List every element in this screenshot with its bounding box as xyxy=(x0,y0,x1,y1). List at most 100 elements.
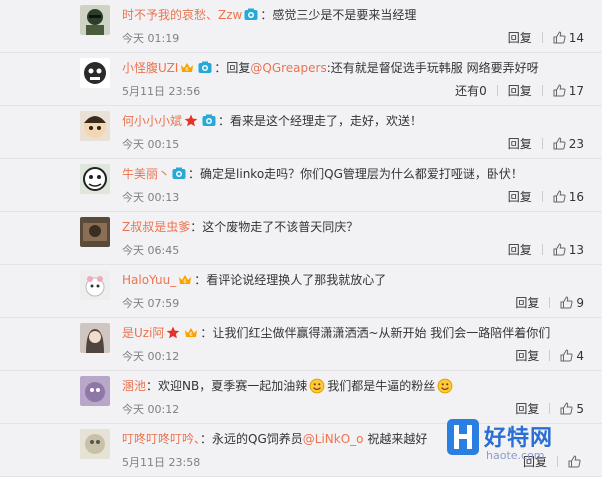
comment-line: 小怪腹UZI 6 ：回复@QGreapers:还有就是督促选手玩韩服 网络要弄好呀 xyxy=(122,59,539,76)
avatar[interactable] xyxy=(80,58,110,88)
comment-text: 让我们红尘做伴赢得潇潇洒洒~从新开始 我们会一路陪伴着你们 xyxy=(212,326,551,340)
comment-row: 小怪腹UZI 6 ：回复@QGreapers:还有就是督促选手玩韩服 网络要弄好呀 5… xyxy=(0,53,602,106)
like-button[interactable]: 5 xyxy=(560,402,584,416)
like-thumb-icon xyxy=(560,348,573,361)
divider xyxy=(541,191,543,202)
like-button[interactable]: 17 xyxy=(553,84,584,98)
like-button[interactable] xyxy=(568,454,584,469)
like-button[interactable]: 4 xyxy=(560,349,584,363)
comment-time: 今天 00:15 xyxy=(122,138,180,151)
username-link[interactable]: 牛美丽丶 xyxy=(122,167,170,181)
avatar[interactable] xyxy=(80,376,110,406)
comment-actions: 回复 13 xyxy=(508,241,584,258)
like-count: 4 xyxy=(576,348,584,363)
reply-button[interactable]: 回复 xyxy=(508,29,532,46)
comment-time: 今天 00:13 xyxy=(122,191,180,204)
avatar[interactable] xyxy=(80,111,110,141)
smile-emoji-icon xyxy=(437,378,453,394)
colon-separator: ： xyxy=(190,220,203,234)
comment-text-continued: 我们都是牛逼的粉丝 xyxy=(327,379,436,393)
comment-text: 看评论说经理换人了那我就放心了 xyxy=(206,273,387,287)
divider xyxy=(541,138,543,149)
comment-actions: 回复 23 xyxy=(508,135,584,152)
like-count: 9 xyxy=(576,295,584,310)
divider xyxy=(549,297,551,308)
comment-text: 回复 xyxy=(226,61,251,75)
like-count: 5 xyxy=(576,401,584,416)
smile-emoji-icon xyxy=(309,378,325,394)
colon-separator: ： xyxy=(218,114,231,128)
star-badge-icon xyxy=(184,114,198,127)
comment-line: HaloYuu_ 6 ：看评论说经理换人了那我就放心了 xyxy=(122,271,386,288)
more-replies-link[interactable]: 还有0 xyxy=(455,82,487,99)
username-link[interactable]: 何小小小斌 xyxy=(122,114,182,128)
vip-crown-icon: 6 xyxy=(181,63,194,73)
comment-actions: 回复 5 xyxy=(515,400,584,417)
reply-button[interactable]: 回复 xyxy=(515,347,539,364)
avatar[interactable] xyxy=(80,323,110,353)
comment-text: 看来是这个经理走了，走好，欢送！ xyxy=(230,114,423,128)
mention-link[interactable]: @QGreapers xyxy=(250,61,326,75)
comment-time: 5月11日 23:56 xyxy=(122,85,201,98)
username-link[interactable]: 叮咚叮咚叮吟、 xyxy=(122,432,200,446)
svg-text:6: 6 xyxy=(186,67,189,73)
username-link[interactable]: 溷池 xyxy=(122,379,146,393)
like-thumb-icon xyxy=(553,30,566,43)
like-count: 14 xyxy=(568,30,584,45)
vip-crown-icon: 6 xyxy=(179,275,192,285)
comment-actions: 回复 4 xyxy=(515,347,584,364)
reply-button[interactable]: 回复 xyxy=(515,400,539,417)
comment-row: 溷池：欢迎NB，夏季赛一起加油辣 我们都是牛逼的粉丝 今天 00:12 回复 5 xyxy=(0,371,602,424)
comment-line: 时不予我的哀愁、Zzw ：感觉三少是不是要来当经理 xyxy=(122,6,416,23)
username-link[interactable]: 小怪腹UZI xyxy=(122,61,178,75)
watermark-brand: 好特网 xyxy=(484,426,554,451)
comment-actions: 回复 14 xyxy=(508,29,584,46)
colon-separator: ： xyxy=(200,432,213,446)
username-link[interactable]: 时不予我的哀愁、Zzw xyxy=(122,8,242,22)
like-thumb-icon xyxy=(553,189,566,202)
reply-button[interactable]: 回复 xyxy=(508,188,532,205)
comment-line: 何小小小斌 ：看来是这个经理走了，走好，欢送！ xyxy=(122,112,422,129)
comment-text: 感觉三少是不是要来当经理 xyxy=(272,8,417,22)
like-button[interactable]: 23 xyxy=(553,137,584,151)
vip-crown-icon: 6 xyxy=(185,328,198,338)
divider xyxy=(549,350,551,361)
avatar[interactable] xyxy=(80,270,110,300)
comment-text: 永远的QG饲养员 xyxy=(212,432,303,446)
like-button[interactable]: 9 xyxy=(560,296,584,310)
comment-text: 确定是linko走吗？你们QG管理层为什么都爱打哑谜，卧伏！ xyxy=(200,167,523,181)
colon-separator: ： xyxy=(260,8,273,22)
mention-link[interactable]: @LiNkO_o xyxy=(303,432,364,446)
camera-badge-icon xyxy=(244,8,258,20)
like-thumb-icon xyxy=(553,83,566,96)
comment-time: 今天 00:12 xyxy=(122,350,180,363)
like-button[interactable]: 13 xyxy=(553,243,584,257)
comment-row: 时不予我的哀愁、Zzw ：感觉三少是不是要来当经理今天 01:19 回复 14 xyxy=(0,0,602,53)
colon-separator: ： xyxy=(188,167,201,181)
like-count: 23 xyxy=(568,136,584,151)
comment-row: 何小小小斌 ：看来是这个经理走了，走好，欢送！ 今天 00:15 回复 23 xyxy=(0,106,602,159)
like-thumb-icon xyxy=(560,401,573,414)
username-link[interactable]: 是Uzi阿 xyxy=(122,326,164,340)
username-link[interactable]: HaloYuu_ xyxy=(122,273,176,287)
star-badge-icon xyxy=(167,326,180,339)
reply-button[interactable]: 回复 xyxy=(515,294,539,311)
divider xyxy=(541,32,543,43)
comment-text-continued: 祝越来越好 xyxy=(363,432,428,446)
avatar[interactable] xyxy=(80,429,110,459)
like-thumb-icon xyxy=(568,454,581,467)
comment-time: 今天 01:19 xyxy=(122,32,180,45)
username-link[interactable]: Z叔叔是虫爹 xyxy=(122,220,190,234)
reply-button[interactable]: 回复 xyxy=(508,241,532,258)
camera-badge-icon xyxy=(198,61,212,73)
avatar[interactable] xyxy=(80,5,110,35)
avatar[interactable] xyxy=(80,164,110,194)
avatar[interactable] xyxy=(80,217,110,247)
comment-actions: 回复 9 xyxy=(515,294,584,311)
comment-row: 牛美丽丶 ：确定是linko走吗？你们QG管理层为什么都爱打哑谜，卧伏！ 今天 00… xyxy=(0,159,602,212)
divider xyxy=(549,403,551,414)
reply-button[interactable]: 回复 xyxy=(508,82,532,99)
like-button[interactable]: 14 xyxy=(553,31,584,45)
reply-button[interactable]: 回复 xyxy=(508,135,532,152)
like-button[interactable]: 16 xyxy=(553,190,584,204)
